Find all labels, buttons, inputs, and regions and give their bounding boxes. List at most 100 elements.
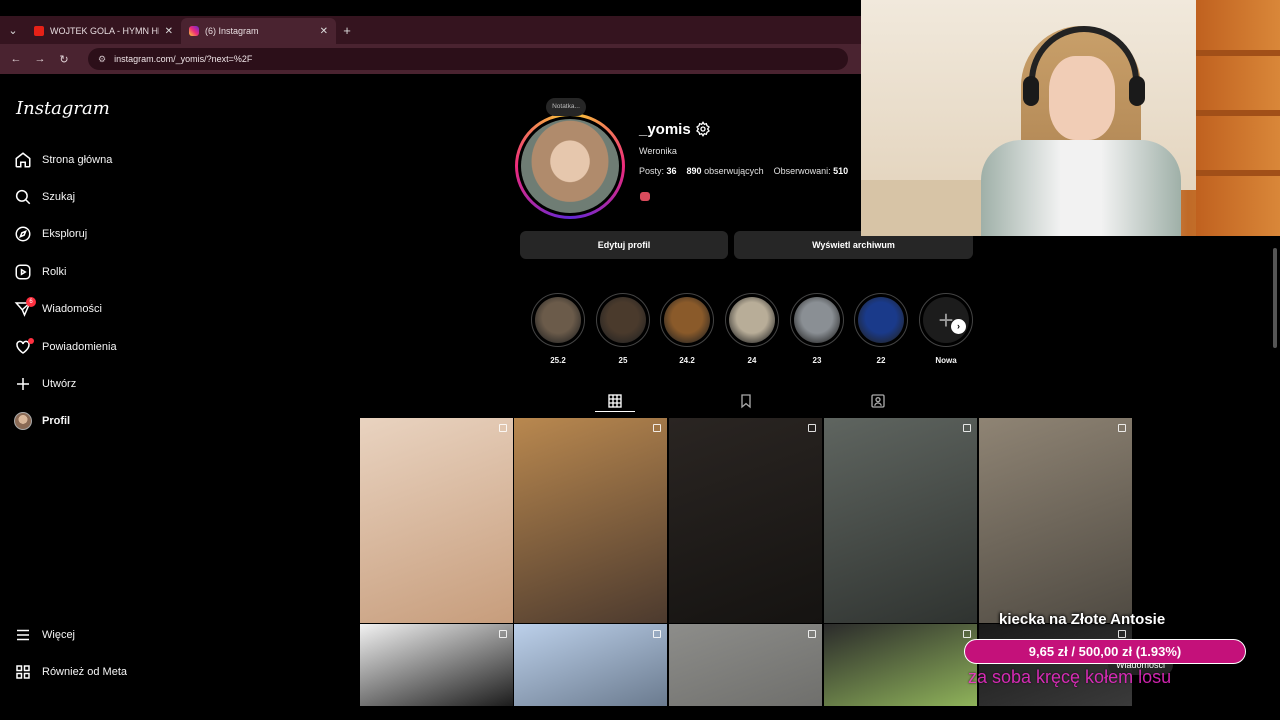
post-thumbnail[interactable]	[669, 418, 822, 623]
heart-icon-wrap	[14, 338, 34, 356]
saved-tab-icon[interactable]	[738, 393, 754, 409]
sidebar-item-more[interactable]: Więcej	[14, 624, 75, 646]
notification-dot	[28, 338, 34, 344]
sidebar-item-search[interactable]: Szukaj	[14, 186, 75, 208]
highlight-ring	[660, 293, 714, 347]
avatar-photo	[521, 119, 619, 213]
reload-icon[interactable]: ↻	[58, 53, 70, 66]
post-thumbnail[interactable]	[514, 624, 667, 706]
following-label: Obserwowani:	[773, 166, 831, 176]
sidebar-item-home[interactable]: Strona główna	[14, 149, 112, 171]
highlight-cover	[600, 297, 646, 343]
new-tab-button[interactable]: +	[336, 23, 358, 38]
tab-youtube[interactable]: WOJTEK GOLA - HYMN HETERO ✕	[26, 18, 181, 44]
youtube-icon	[34, 26, 44, 36]
webcam-overlay	[861, 0, 1280, 236]
carousel-icon	[808, 424, 816, 432]
scrollbar-thumb[interactable]	[1273, 248, 1277, 348]
post-thumbnail[interactable]	[514, 418, 667, 623]
carousel-icon	[808, 630, 816, 638]
highlight-item[interactable]: 25	[596, 293, 650, 365]
profile-full-name: Weronika	[639, 146, 677, 156]
carousel-icon	[963, 424, 971, 432]
sidebar-item-reels[interactable]: Rolki	[14, 261, 66, 283]
webcam-shelf	[1196, 0, 1280, 236]
instagram-logo[interactable]: Instagram	[16, 98, 110, 119]
close-icon[interactable]: ✕	[320, 26, 328, 37]
carousel-icon	[653, 424, 661, 432]
highlight-item[interactable]: 25.2	[531, 293, 585, 365]
sidebar-item-create[interactable]: Utwórz	[14, 373, 76, 395]
close-icon[interactable]: ✕	[165, 26, 173, 37]
site-info-icon[interactable]: ⚙	[98, 54, 106, 65]
highlight-item[interactable]: 24	[725, 293, 779, 365]
grid-tab-icon[interactable]	[607, 393, 623, 409]
highlight-ring	[790, 293, 844, 347]
followers-link[interactable]: 890 obserwujących	[687, 166, 764, 176]
post-thumbnail[interactable]	[360, 418, 513, 623]
tagged-tab-icon[interactable]	[870, 393, 886, 409]
sidebar-item-label: Szukaj	[42, 191, 76, 203]
highlight-item[interactable]: 24.2	[660, 293, 714, 365]
chevron-right-icon[interactable]: ›	[951, 319, 966, 334]
avatar	[14, 412, 32, 430]
bio-emoji-icon	[640, 192, 650, 201]
post-thumbnail[interactable]	[669, 624, 822, 706]
page-scrollbar[interactable]	[1270, 236, 1280, 706]
sidebar-item-label: Profil	[42, 415, 71, 427]
sidebar-item-label: Powiadomienia	[42, 341, 117, 353]
reels-icon	[15, 264, 31, 280]
back-icon[interactable]: ←	[10, 53, 22, 65]
sidebar-item-label: Eksploruj	[42, 228, 88, 240]
post-thumbnail[interactable]	[824, 624, 977, 706]
carousel-icon	[653, 630, 661, 638]
meta-icon	[16, 665, 30, 679]
streamer	[981, 20, 1181, 236]
url-text: instagram.com/_yomis/?next=%2F	[114, 54, 253, 64]
highlight-ring: +	[919, 293, 973, 347]
posts-count: Posty: 36	[639, 166, 677, 176]
tab-title: (6) Instagram	[205, 26, 259, 36]
settings-gear-icon[interactable]	[695, 121, 711, 137]
highlight-label: 22	[876, 356, 886, 365]
post-thumbnail[interactable]	[824, 418, 977, 623]
sidebar-item-label: Również od Meta	[42, 666, 127, 678]
posts-label: Posty:	[639, 166, 665, 176]
highlight-cover	[794, 297, 840, 343]
sidebar-item-messages[interactable]: 6 Wiadomości	[14, 297, 102, 320]
highlight-item[interactable]: 22	[854, 293, 908, 365]
highlight-label: Nowa	[935, 356, 957, 365]
headset-ear	[1129, 76, 1145, 106]
compass-icon	[15, 226, 31, 242]
edit-profile-button[interactable]: Edytuj profil	[520, 231, 728, 259]
shelf-board	[1196, 110, 1280, 116]
note-bubble[interactable]: Notatka...	[546, 98, 586, 116]
menu-icon	[17, 629, 29, 641]
sidebar-item-meta[interactable]: Również od Meta	[14, 661, 127, 683]
post-thumbnail[interactable]	[360, 624, 513, 706]
carousel-icon	[499, 424, 507, 432]
tab-search-button[interactable]: ⌄	[0, 16, 26, 44]
address-bar[interactable]: ⚙ instagram.com/_yomis/?next=%2F	[88, 48, 848, 70]
shelf-board	[1196, 50, 1280, 56]
highlight-item[interactable]: 23	[790, 293, 844, 365]
posts-value: 36	[666, 166, 677, 176]
active-tab-indicator	[595, 411, 635, 412]
sidebar-item-label: Wiadomości	[42, 303, 102, 315]
profile-stats: Posty: 36 890 obserwujących Obserwowani:…	[639, 166, 848, 176]
highlight-ring	[531, 293, 585, 347]
post-thumbnail[interactable]	[979, 418, 1132, 623]
following-link[interactable]: Obserwowani: 510	[774, 166, 849, 176]
donation-subtitle: za soba kręcę kołem losu	[968, 667, 1172, 687]
highlight-ring	[854, 293, 908, 347]
highlight-ring	[596, 293, 650, 347]
sidebar-item-label: Strona główna	[42, 154, 113, 166]
sidebar-item-explore[interactable]: Eksploruj	[14, 223, 87, 245]
profile-avatar[interactable]	[515, 113, 625, 219]
tab-instagram[interactable]: (6) Instagram ✕	[181, 18, 336, 44]
avatar-ring-inner	[518, 116, 622, 216]
sidebar-item-notifications[interactable]: Powiadomienia	[14, 336, 117, 358]
forward-icon[interactable]: →	[34, 53, 46, 65]
sidebar-item-profile[interactable]: Profil	[14, 410, 70, 432]
carousel-icon	[963, 630, 971, 638]
